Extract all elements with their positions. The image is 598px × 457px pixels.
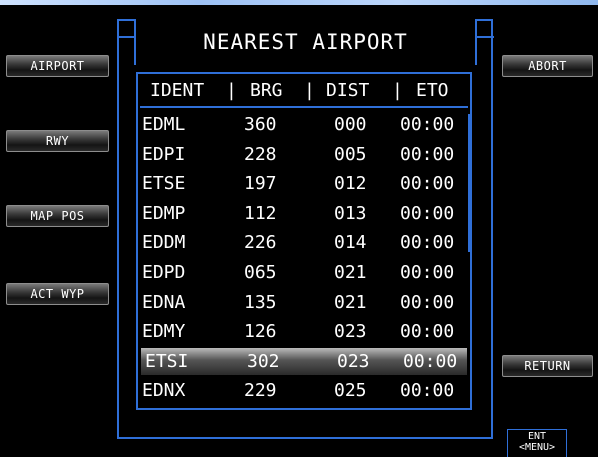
cell-brg: 360 [244,114,277,135]
header-separator: | [392,80,403,101]
cell-dist: 025 [334,380,367,402]
map-pos-button[interactable]: MAP POS [6,205,109,227]
cell-eto: 00:00 [400,291,455,313]
cell-ident: EDML [142,114,186,135]
top-title-strip [0,0,598,5]
return-button[interactable]: RETURN [502,355,593,377]
cell-brg: 226 [244,232,277,254]
cell-brg: 228 [244,143,277,165]
table-row[interactable]: EDMP 112 013 00:00 [138,200,468,227]
nearest-airport-table: IDENT | BRG | DIST | ETO EDML 360 000 00:00… [136,72,472,410]
cell-ident: EDMP [142,202,186,224]
header-divider [140,106,468,108]
cell-eto: 00:00 [403,350,458,372]
ent-menu-key[interactable]: ENT <MENU> [507,429,567,457]
cell-eto: 00:00 [400,114,455,135]
airport-button[interactable]: AIRPORT [6,55,109,77]
cell-brg: 065 [244,262,277,283]
cell-eto: 00:00 [400,173,455,195]
rwy-button[interactable]: RWY [6,130,109,152]
table-row[interactable]: EDNX 229 025 00:00 [138,377,468,404]
cell-eto: 00:00 [400,232,455,254]
table-row[interactable]: EDMY 126 023 00:00 [138,318,468,345]
cell-dist: 023 [337,350,370,372]
cell-dist: 021 [334,262,367,283]
cell-ident: EDPI [142,143,186,165]
table-row[interactable]: EDPD 065 021 00:00 [138,259,468,286]
cell-dist: 023 [334,321,367,343]
cell-dist: 012 [334,173,367,195]
cell-ident: EDMY [142,321,186,343]
cell-eto: 00:00 [400,262,455,283]
cell-brg: 112 [244,202,277,224]
menu-label: <MENU> [518,442,556,453]
table-row[interactable]: EDDM 226 014 00:00 [138,229,468,256]
cell-eto: 00:00 [400,143,455,165]
cell-ident: ETSI [145,350,189,372]
cell-ident: ETSE [142,173,186,195]
table-row[interactable]: EDML 360 000 00:00 [138,111,468,138]
cell-eto: 00:00 [400,202,455,224]
cell-brg: 135 [244,291,277,313]
cell-brg: 302 [247,350,280,372]
abort-button[interactable]: ABORT [502,55,593,77]
table-header: IDENT | BRG | DIST | ETO [138,80,470,104]
cell-ident: EDDM [142,232,186,254]
cell-dist: 014 [334,232,367,254]
cell-eto: 00:00 [400,380,455,402]
header-eto: ETO [416,80,449,101]
header-separator: | [304,80,315,101]
cell-dist: 013 [334,202,367,224]
act-wyp-button[interactable]: ACT WYP [6,283,109,305]
page-title: NEAREST AIRPORT [203,30,408,54]
cell-dist: 005 [334,143,367,165]
cell-eto: 00:00 [400,321,455,343]
table-row[interactable]: ETSI 302 023 00:00 [141,347,467,375]
scrollbar[interactable] [468,114,471,252]
ent-label: ENT [527,431,547,442]
header-brg: BRG [250,80,283,101]
cell-ident: EDPD [142,262,186,283]
cell-ident: EDNX [142,380,186,402]
header-ident: IDENT [150,80,205,101]
cell-brg: 197 [244,173,277,195]
cell-brg: 126 [244,321,277,343]
cell-dist: 021 [334,291,367,313]
frame-notch-right [475,36,494,38]
header-dist: DIST [326,80,370,101]
table-row[interactable]: EDNA 135 021 00:00 [138,289,468,316]
table-row[interactable]: ETSE 197 012 00:00 [138,170,468,197]
table-row[interactable]: EDPI 228 005 00:00 [138,141,468,168]
header-separator: | [226,80,237,101]
cell-brg: 229 [244,380,277,402]
cell-ident: EDNA [142,291,186,313]
cell-dist: 000 [334,114,367,135]
